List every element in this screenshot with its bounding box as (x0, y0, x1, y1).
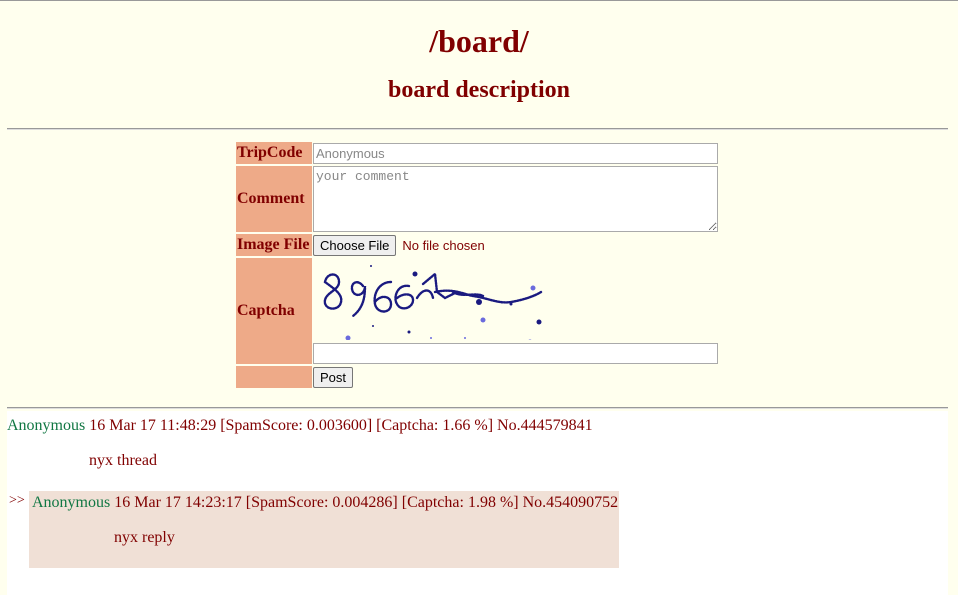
posts-section: Anonymous 16 Mar 17 11:48:29 [SpamScore:… (7, 411, 948, 595)
post-body: nyx thread (89, 452, 157, 469)
top-divider (7, 128, 948, 130)
reply-post: Anonymous 16 Mar 17 14:23:17 [SpamScore:… (29, 491, 619, 568)
captcha-image (323, 265, 543, 340)
thread-post: Anonymous 16 Mar 17 11:48:29 [SpamScore:… (7, 416, 593, 470)
comment-textarea[interactable] (313, 166, 718, 232)
reply-header: Anonymous 16 Mar 17 14:23:17 [SpamScore:… (32, 493, 619, 513)
bottom-divider (7, 407, 948, 409)
captcha-input[interactable] (313, 343, 718, 364)
file-picker: Choose File No file chosen (313, 234, 718, 256)
post-body: nyx reply (114, 529, 175, 546)
post-form: TripCode Comment Image File Choose File … (235, 140, 719, 390)
reply-arrows: >> (9, 493, 25, 508)
tripcode-label: TripCode (236, 142, 312, 164)
post-button[interactable]: Post (313, 366, 354, 388)
poster-name: Anonymous (7, 417, 86, 434)
thread-header: Anonymous 16 Mar 17 11:48:29 [SpamScore:… (7, 416, 593, 436)
poster-name: Anonymous (32, 494, 111, 511)
board-description: board description (387, 77, 570, 103)
board-title: /board/ (429, 23, 529, 59)
file-status: No file chosen (402, 237, 485, 253)
post-meta: 16 Mar 17 11:48:29 [SpamScore: 0.003600]… (89, 417, 593, 434)
reply-container: >> Anonymous 16 Mar 17 14:23:17 [SpamSco… (9, 491, 619, 568)
post-meta: 16 Mar 17 14:23:17 [SpamScore: 0.004286]… (114, 494, 619, 511)
captcha-label: Captcha (236, 258, 312, 364)
comment-label: Comment (236, 166, 312, 232)
empty-label (236, 366, 312, 388)
tripcode-input[interactable] (313, 142, 718, 164)
image-file-label: Image File (236, 234, 312, 256)
choose-file-button[interactable]: Choose File (313, 234, 397, 256)
